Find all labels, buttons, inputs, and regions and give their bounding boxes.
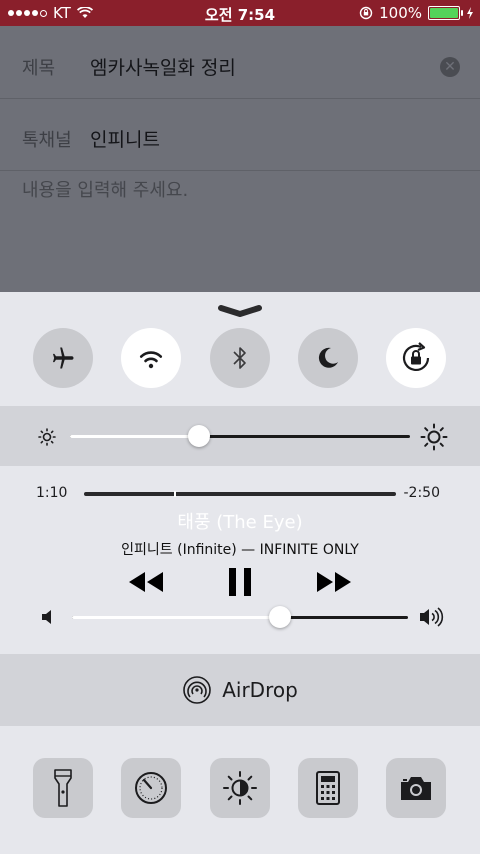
playback-scrubber[interactable]	[84, 491, 396, 497]
elapsed-time: 1:10	[36, 485, 68, 501]
night-shift-icon	[223, 771, 257, 805]
status-bar: KT 오전 7:54 100%	[0, 0, 480, 26]
rotation-lock-toggle[interactable]	[386, 328, 446, 388]
wifi-toggle[interactable]	[121, 328, 181, 388]
airplane-mode-toggle[interactable]	[33, 328, 93, 388]
airdrop-label: AirDrop	[222, 678, 298, 702]
wifi-icon	[139, 351, 163, 369]
fast-forward-button[interactable]	[315, 570, 353, 594]
playback-position-marker[interactable]	[174, 491, 177, 497]
brightness-slider[interactable]	[70, 425, 410, 447]
quick-tools-row	[0, 726, 480, 854]
airdrop-icon	[183, 676, 212, 704]
rotation-lock-status-icon	[359, 6, 373, 20]
title-label: 제목	[22, 58, 56, 79]
channel-row[interactable]: 톡채널 인피니트	[0, 98, 480, 171]
grabber-chevron-icon[interactable]	[217, 304, 263, 318]
track-artist-album: 인피니트 (Infinite) — INFINITE ONLY	[121, 542, 359, 558]
camera-icon	[401, 777, 431, 800]
flashlight-icon	[54, 769, 72, 807]
calculator-icon	[316, 771, 340, 805]
pause-button[interactable]	[227, 567, 253, 597]
content-input[interactable]: 내용을 입력해 주세요.	[22, 176, 188, 202]
airdrop-button[interactable]: AirDrop	[0, 654, 480, 726]
volume-slider[interactable]	[72, 606, 408, 628]
control-center: 1:10 -2:50 태풍 (The Eye) 인피니트 (Infinite) …	[0, 292, 480, 854]
camera-button[interactable]	[386, 758, 446, 818]
title-row[interactable]: 제목 엠카사녹일화 정리 ✕	[0, 26, 480, 99]
track-title: 태풍 (The Eye)	[177, 512, 303, 533]
volume-slider-knob[interactable]	[269, 606, 292, 628]
moon-icon	[318, 347, 338, 368]
timer-button[interactable]	[121, 758, 181, 818]
rotation-lock-icon	[402, 342, 430, 371]
night-shift-button[interactable]	[210, 758, 270, 818]
clear-title-icon[interactable]: ✕	[440, 57, 460, 77]
battery-icon	[428, 6, 463, 20]
compose-form: 제목 엠카사녹일화 정리 ✕ 톡채널 인피니트 내용을 입력해 주세요.	[0, 26, 480, 292]
status-right: 100%	[359, 4, 474, 22]
channel-value[interactable]: 인피니트	[90, 125, 160, 152]
calculator-button[interactable]	[298, 758, 358, 818]
brightness-high-icon	[420, 423, 448, 451]
toggle-row	[0, 328, 480, 392]
title-input[interactable]: 엠카사녹일화 정리	[90, 53, 236, 80]
brightness-slider-knob[interactable]	[188, 425, 211, 447]
charging-icon	[467, 7, 473, 19]
airplane-icon	[52, 347, 74, 369]
remaining-time: -2:50	[403, 485, 441, 501]
brightness-low-icon	[38, 428, 56, 446]
rewind-button[interactable]	[127, 570, 165, 594]
channel-label: 톡채널	[22, 130, 72, 151]
bluetooth-toggle[interactable]	[210, 328, 270, 388]
do-not-disturb-toggle[interactable]	[298, 328, 358, 388]
flashlight-button[interactable]	[33, 758, 93, 818]
battery-percent: 100%	[379, 4, 422, 22]
volume-high-icon	[420, 607, 444, 627]
volume-low-icon	[42, 610, 51, 624]
bluetooth-icon	[233, 347, 246, 369]
brightness-section	[0, 406, 480, 466]
now-playing-section: 1:10 -2:50 태풍 (The Eye) 인피니트 (Infinite) …	[0, 466, 480, 654]
timer-icon	[135, 772, 167, 804]
